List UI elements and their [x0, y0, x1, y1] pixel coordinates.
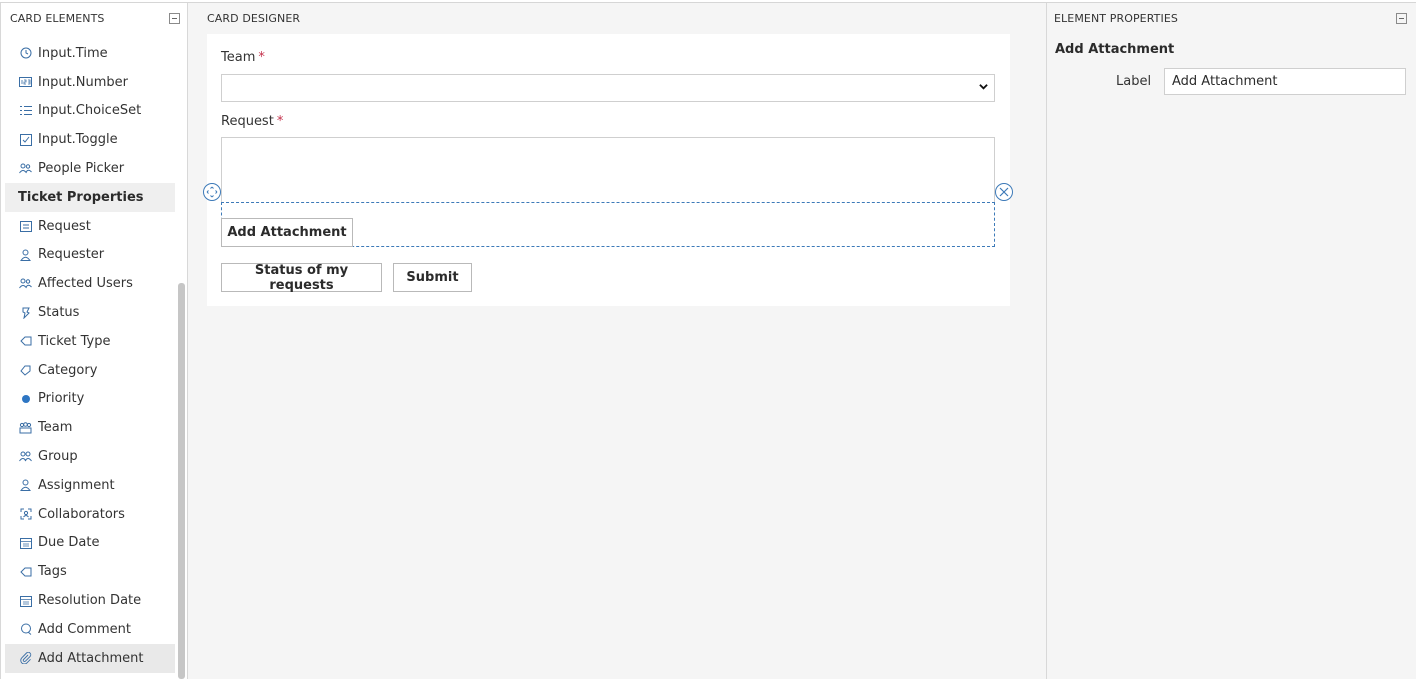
card-designer-panel: CARD DESIGNER Team * Request * Add Attachm…	[189, 3, 1046, 679]
element-item-add-attachment[interactable]: Add Attachment	[5, 643, 175, 673]
element-item-resolution-date[interactable]: Resolution Date	[5, 586, 175, 615]
person-icon	[19, 248, 32, 261]
team-select[interactable]	[221, 74, 995, 102]
label-input[interactable]	[1164, 68, 1406, 95]
selected-element-outline[interactable]: Add Attachment	[221, 202, 995, 247]
people-icon	[19, 162, 32, 175]
element-item-affected-users[interactable]: Affected Users	[5, 269, 175, 298]
element-item-tags[interactable]: Tags	[5, 557, 175, 586]
collapse-icon[interactable]	[1396, 13, 1407, 24]
element-item-label: People Picker	[38, 161, 125, 177]
element-list: Input.Time Input.Number Input.ChoiceSet Inp…	[5, 39, 175, 673]
request-label-text: Request	[221, 114, 274, 129]
element-item-team[interactable]: Team	[5, 413, 175, 442]
request-icon	[19, 220, 32, 233]
section-header-ticket-properties: Ticket Properties	[5, 182, 175, 212]
list-icon	[19, 104, 32, 117]
dot-icon	[19, 392, 32, 405]
element-item-add-comment[interactable]: Add Comment	[5, 615, 175, 644]
element-item-request[interactable]: Request	[5, 212, 175, 241]
element-item-requester[interactable]: Requester	[5, 241, 175, 270]
element-item-label: Category	[38, 362, 98, 378]
scrollbar-thumb[interactable]	[178, 283, 185, 679]
element-item-people-picker[interactable]: People Picker	[5, 154, 175, 183]
status-of-my-requests-button[interactable]: Status of my requests	[221, 263, 382, 293]
collaborators-icon	[19, 508, 32, 521]
element-item-label: Request	[38, 218, 91, 234]
card-canvas: Team * Request * Add Attachment Status of …	[207, 34, 1010, 306]
element-item-label: Input.Time	[38, 45, 108, 61]
group-icon	[19, 450, 32, 463]
calendar-icon	[19, 594, 32, 607]
element-item-input-time[interactable]: Input.Time	[5, 39, 175, 68]
element-item-label: Collaborators	[38, 506, 125, 522]
element-item-label: Ticket Type	[38, 333, 111, 349]
element-item-ticket-type[interactable]: Ticket Type	[5, 327, 175, 356]
team-icon	[19, 421, 32, 434]
properties-heading: Add Attachment	[1055, 42, 1175, 57]
clock-icon	[19, 47, 32, 60]
element-item-input-toggle[interactable]: Input.Toggle	[5, 125, 175, 154]
comment-icon	[19, 623, 32, 636]
team-label-text: Team	[221, 50, 256, 65]
submit-button[interactable]: Submit	[393, 263, 472, 292]
element-item-label: Requester	[38, 247, 105, 263]
checkbox-icon	[19, 133, 32, 146]
category-icon	[19, 364, 32, 377]
element-item-input-number[interactable]: Input.Number	[5, 68, 175, 97]
element-item-category[interactable]: Category	[5, 356, 175, 385]
element-item-label: Add Comment	[38, 621, 131, 637]
element-item-group[interactable]: Group	[5, 442, 175, 471]
add-attachment-button[interactable]: Add Attachment	[221, 218, 353, 247]
element-item-label: Affected Users	[38, 276, 133, 292]
required-marker: *	[258, 50, 265, 65]
required-marker: *	[276, 114, 284, 129]
remove-element-icon[interactable]	[995, 183, 1013, 201]
tag-icon	[19, 565, 32, 578]
number-icon	[19, 76, 32, 89]
element-item-label: Input.Toggle	[38, 132, 118, 148]
card-designer-title: CARD DESIGNER	[207, 12, 301, 25]
element-item-label: Tags	[38, 564, 67, 580]
paperclip-icon	[19, 652, 32, 665]
element-properties-title: ELEMENT PROPERTIES	[1054, 12, 1178, 25]
element-item-label: Ticket Properties	[18, 189, 144, 205]
element-item-label: Group	[38, 449, 78, 465]
card-elements-panel: CARD ELEMENTS Input.Time Input.Number Inpu…	[0, 3, 188, 679]
element-item-status[interactable]: Status	[5, 298, 175, 327]
element-item-label: Due Date	[38, 535, 100, 551]
card-elements-title: CARD ELEMENTS	[10, 12, 105, 25]
element-item-label: Status	[38, 305, 80, 321]
team-field-label: Team *	[221, 50, 265, 65]
status-icon	[19, 306, 32, 319]
element-item-label: Team	[38, 420, 73, 436]
element-item-label: Add Attachment	[38, 650, 144, 666]
element-item-collaborators[interactable]: Collaborators	[5, 500, 175, 529]
element-item-due-date[interactable]: Due Date	[5, 529, 175, 558]
move-handle-icon[interactable]	[203, 183, 221, 201]
chevron-down-icon	[979, 84, 988, 90]
tag-icon	[19, 335, 32, 348]
element-item-input-choiceset[interactable]: Input.ChoiceSet	[5, 97, 175, 126]
request-field-label: Request *	[221, 114, 283, 129]
element-item-label: Assignment	[38, 477, 115, 493]
collapse-icon[interactable]	[169, 13, 180, 24]
element-item-label: Input.Number	[38, 74, 129, 90]
element-item-label: Input.ChoiceSet	[38, 103, 142, 119]
element-item-priority[interactable]: Priority	[5, 385, 175, 414]
element-item-assignment[interactable]: Assignment	[5, 471, 175, 500]
element-item-label: Priority	[38, 391, 85, 407]
element-properties-panel: ELEMENT PROPERTIES Add Attachment Label	[1046, 3, 1416, 679]
label-property-label: Label	[1116, 74, 1152, 89]
calendar-icon	[19, 536, 32, 549]
request-textarea[interactable]	[221, 137, 995, 202]
element-item-label: Resolution Date	[38, 593, 142, 609]
person-icon	[19, 479, 32, 492]
people-icon	[19, 277, 32, 290]
